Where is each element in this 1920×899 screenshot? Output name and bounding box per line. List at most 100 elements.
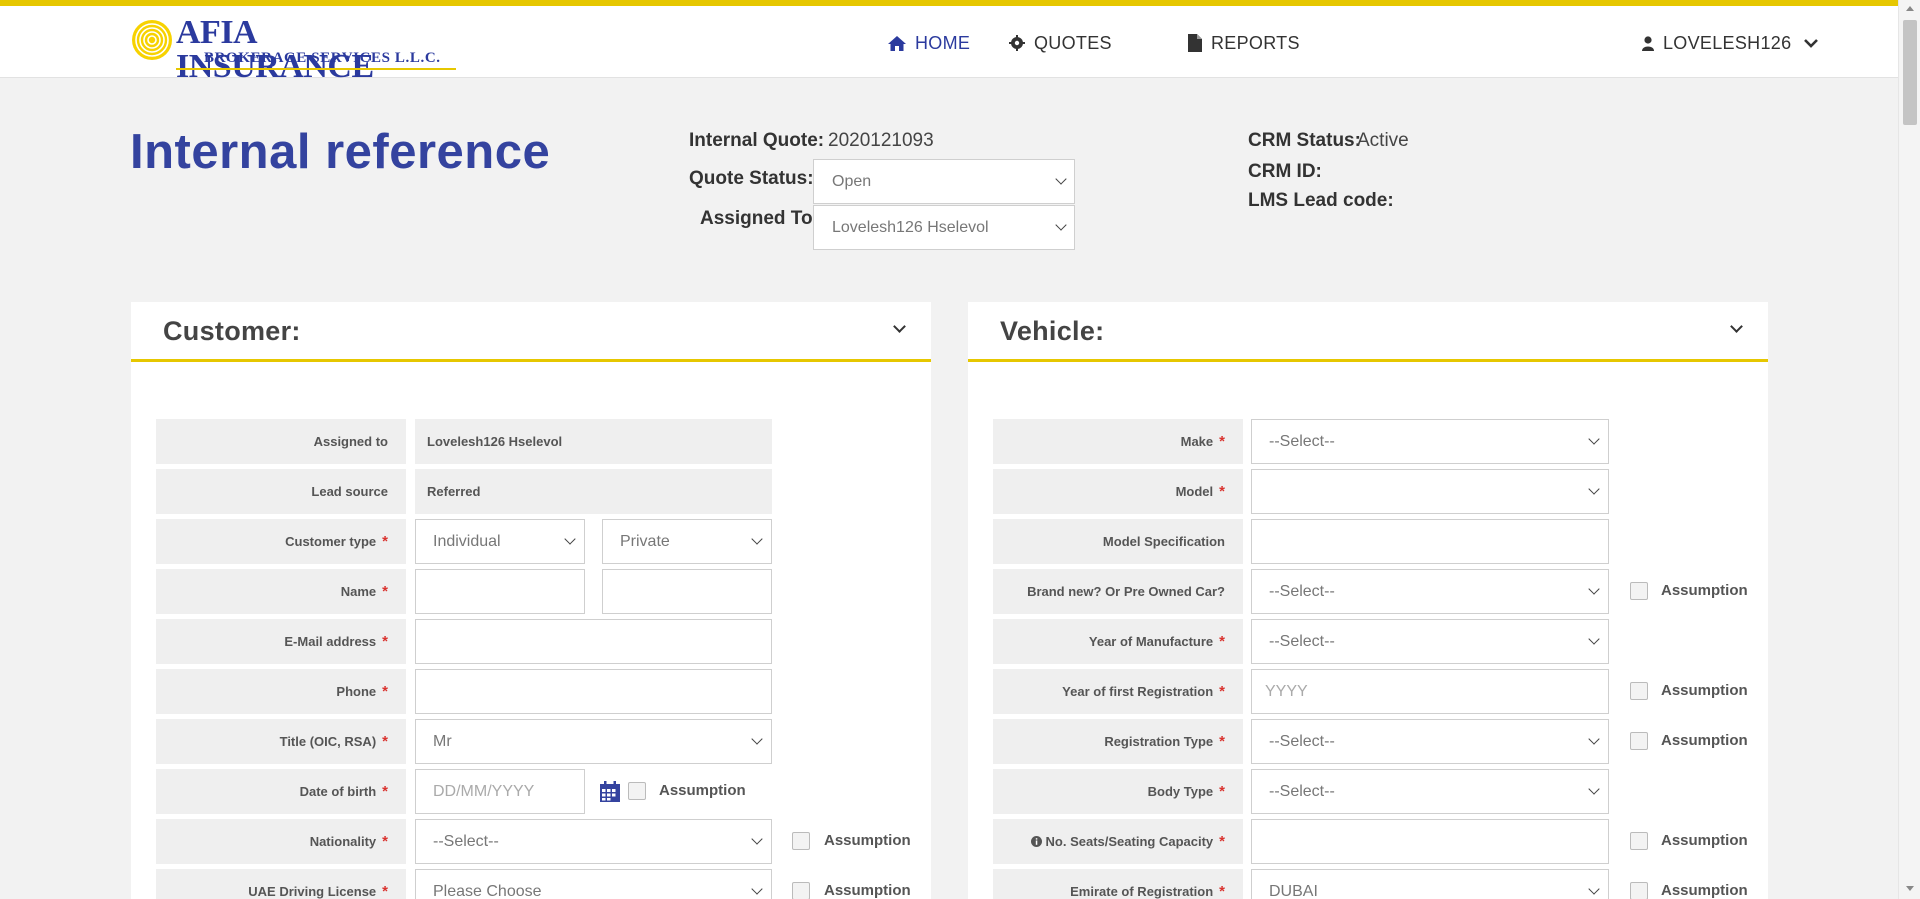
- phone-input[interactable]: [415, 669, 772, 714]
- assigned-to-label: Assigned To:: [700, 208, 819, 229]
- chevron-down-icon: [1588, 433, 1600, 445]
- emirate-select[interactable]: DUBAI: [1251, 869, 1609, 899]
- logo-subtitle: BROKERAGE SERVICES L.L.C.: [204, 50, 441, 66]
- nav-reports[interactable]: REPORTS: [1188, 28, 1300, 58]
- customer-type-select[interactable]: Individual: [415, 519, 585, 564]
- scroll-up-icon[interactable]: [1906, 6, 1914, 11]
- first-registration-input[interactable]: YYYY: [1251, 669, 1609, 714]
- page-scrollbar[interactable]: [1898, 0, 1920, 899]
- license-select[interactable]: Please Choose: [415, 869, 772, 899]
- registration-type-assumption-checkbox[interactable]: [1630, 732, 1648, 750]
- email-input[interactable]: [415, 619, 772, 664]
- year-manufacture-select[interactable]: --Select--: [1251, 619, 1609, 664]
- emirate-label: Emirate of Registration *: [993, 869, 1243, 899]
- quote-status-value: Open: [832, 172, 872, 190]
- email-label: E-Mail address *: [156, 619, 406, 664]
- nav-quotes-label: QUOTES: [1034, 32, 1112, 53]
- home-icon: [888, 35, 906, 51]
- assigned-to-field-label: Assigned to: [156, 419, 406, 464]
- navbar: AFIA INSURANCE BROKERAGE SERVICES L.L.C.…: [0, 6, 1898, 84]
- chevron-down-icon: [1588, 483, 1600, 495]
- model-label: Model *: [993, 469, 1243, 514]
- make-select[interactable]: --Select--: [1251, 419, 1609, 464]
- seats-assumption-label: Assumption: [1661, 832, 1748, 849]
- logo-swirl-icon: [132, 20, 172, 60]
- first-registration-label: Year of first Registration *: [993, 669, 1243, 714]
- dob-input[interactable]: DD/MM/YYYY: [415, 769, 585, 814]
- title-label: Title (OIC, RSA) *: [156, 719, 406, 764]
- calendar-icon[interactable]: [599, 781, 621, 803]
- chevron-down-icon: [1588, 783, 1600, 795]
- brand-new-select[interactable]: --Select--: [1251, 569, 1609, 614]
- brand-new-assumption-checkbox[interactable]: [1630, 582, 1648, 600]
- customer-panel-title: Customer:: [163, 316, 301, 346]
- first-registration-assumption-checkbox[interactable]: [1630, 682, 1648, 700]
- customer-collapse-toggle[interactable]: [889, 318, 911, 340]
- chevron-down-icon: [751, 733, 763, 745]
- customer-panel-header[interactable]: Customer:: [131, 302, 931, 362]
- chevron-down-icon: [1588, 583, 1600, 595]
- year-manufacture-label: Year of Manufacture *: [993, 619, 1243, 664]
- chevron-down-icon: [751, 833, 763, 845]
- first-registration-assumption-label: Assumption: [1661, 682, 1748, 699]
- chevron-down-icon: [1588, 733, 1600, 745]
- chevron-down-icon: [1055, 173, 1067, 185]
- chevron-down-icon: [893, 320, 906, 333]
- user-name: LOVELESH126: [1663, 32, 1792, 53]
- scrollbar-thumb[interactable]: [1903, 20, 1917, 125]
- dob-label: Date of birth *: [156, 769, 406, 814]
- model-spec-input[interactable]: [1251, 519, 1609, 564]
- company-logo[interactable]: AFIA INSURANCE BROKERAGE SERVICES L.L.C.: [130, 14, 456, 84]
- license-assumption-label: Assumption: [824, 882, 911, 899]
- dob-assumption-checkbox[interactable]: [628, 782, 646, 800]
- nav-home[interactable]: HOME: [888, 28, 970, 58]
- model-select[interactable]: [1251, 469, 1609, 514]
- chevron-down-icon: [1588, 883, 1600, 895]
- scroll-down-icon[interactable]: [1906, 886, 1914, 891]
- emirate-assumption-checkbox[interactable]: [1630, 882, 1648, 899]
- registration-type-assumption-label: Assumption: [1661, 732, 1748, 749]
- assigned-to-readonly: Lovelesh126 Hselevol: [415, 419, 772, 464]
- nationality-select[interactable]: --Select--: [415, 819, 772, 864]
- assigned-to-select[interactable]: Lovelesh126 Hselevol: [813, 205, 1075, 250]
- user-menu[interactable]: LOVELESH126: [1642, 28, 1819, 58]
- nationality-assumption-checkbox[interactable]: [792, 832, 810, 850]
- first-name-input[interactable]: [415, 569, 585, 614]
- vehicle-collapse-toggle[interactable]: [1726, 318, 1748, 340]
- title-select[interactable]: Mr: [415, 719, 772, 764]
- lead-source-readonly: Referred: [415, 469, 772, 514]
- seats-assumption-checkbox[interactable]: [1630, 832, 1648, 850]
- vehicle-panel-header[interactable]: Vehicle:: [968, 302, 1768, 362]
- chevron-down-icon: [751, 533, 763, 545]
- last-name-input[interactable]: [602, 569, 772, 614]
- license-assumption-checkbox[interactable]: [792, 882, 810, 899]
- customer-panel: Customer: Assigned to Lovelesh126 Hselev…: [131, 302, 931, 899]
- nationality-label: Nationality *: [156, 819, 406, 864]
- nav-quotes[interactable]: QUOTES: [1009, 28, 1112, 58]
- nav-home-label: HOME: [915, 32, 971, 53]
- gear-icon: [1009, 35, 1025, 51]
- quote-status-label: Quote Status:: [689, 168, 814, 189]
- chevron-down-icon: [751, 883, 763, 895]
- model-spec-label: Model Specification: [993, 519, 1243, 564]
- dob-assumption-label: Assumption: [659, 782, 746, 799]
- customer-category-select[interactable]: Private: [602, 519, 772, 564]
- registration-type-label: Registration Type *: [993, 719, 1243, 764]
- chevron-down-icon: [564, 533, 576, 545]
- phone-label: Phone *: [156, 669, 406, 714]
- brand-new-assumption-label: Assumption: [1661, 582, 1748, 599]
- seats-label: No. Seats/Seating Capacity *: [993, 819, 1243, 864]
- chevron-down-icon: [1730, 320, 1743, 333]
- registration-type-select[interactable]: --Select--: [1251, 719, 1609, 764]
- lead-source-label: Lead source: [156, 469, 406, 514]
- brand-new-label: Brand new? Or Pre Owned Car?: [993, 569, 1243, 614]
- seats-input[interactable]: [1251, 819, 1609, 864]
- body-type-select[interactable]: --Select--: [1251, 769, 1609, 814]
- quote-status-select[interactable]: Open: [813, 159, 1075, 204]
- document-icon: [1188, 34, 1202, 52]
- info-icon[interactable]: [1030, 836, 1042, 847]
- name-label: Name *: [156, 569, 406, 614]
- internal-quote-label: Internal Quote:: [689, 130, 825, 151]
- body-type-label: Body Type *: [993, 769, 1243, 814]
- page-title: Internal reference: [130, 125, 551, 179]
